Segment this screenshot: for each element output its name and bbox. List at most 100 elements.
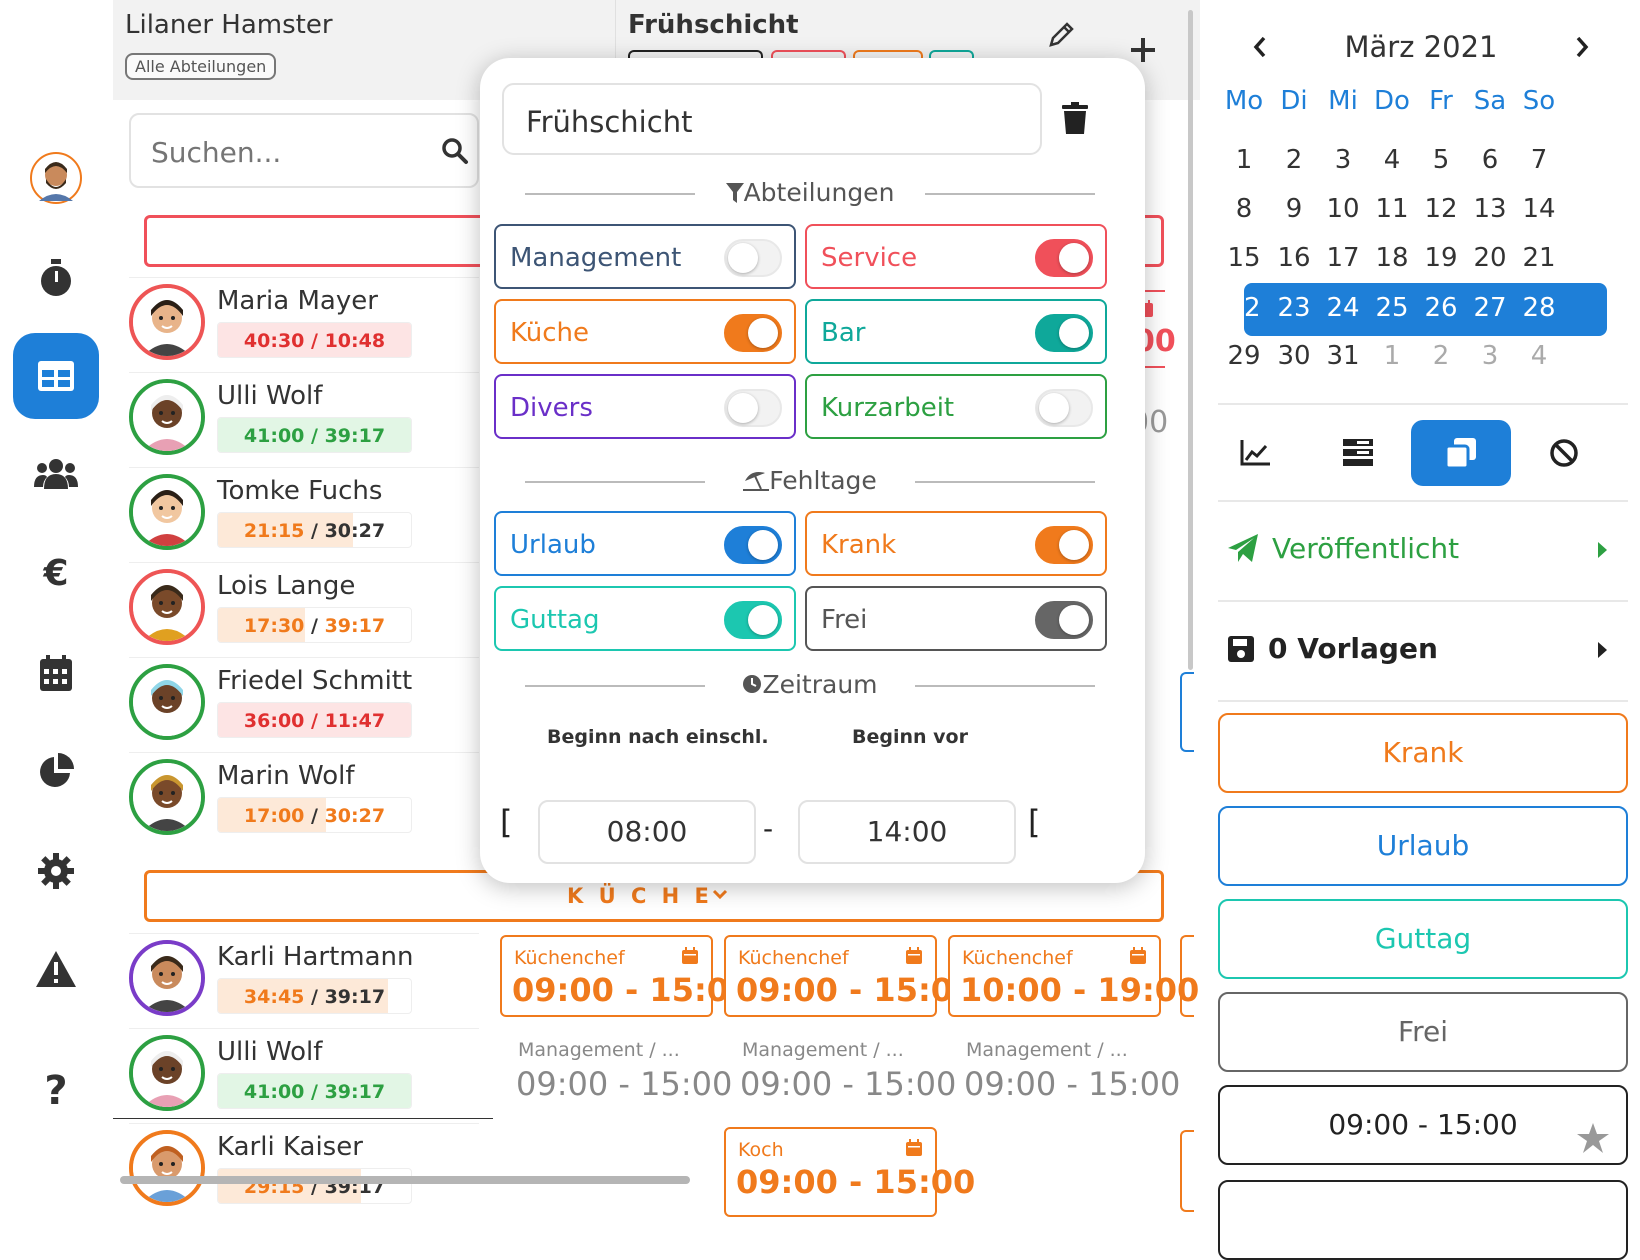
calendar-day[interactable]: 26: [1416, 283, 1466, 323]
calendar-day[interactable]: 27: [1465, 283, 1515, 323]
shift-card[interactable]: Küchenchef 09:00 - 15:00: [500, 935, 751, 1017]
calendar-day[interactable]: 12: [1416, 184, 1466, 224]
calendar-day[interactable]: 10: [1318, 184, 1368, 224]
template-button[interactable]: Urlaub: [1218, 806, 1628, 886]
toggle-switch[interactable]: [1035, 389, 1093, 427]
template-button[interactable]: 09:00 - 15:00: [1218, 1085, 1628, 1165]
calendar-day[interactable]: 13: [1465, 184, 1515, 224]
calendar-day[interactable]: 22: [1219, 283, 1269, 323]
calendar-day[interactable]: 2: [1416, 331, 1466, 371]
toggle-switch[interactable]: [724, 526, 782, 564]
toggle-switch[interactable]: [724, 601, 782, 639]
calendar-day[interactable]: 18: [1367, 233, 1417, 273]
shift-card[interactable]: Küchenchef 09:00 - 15:00: [724, 935, 975, 1017]
nav-calendar[interactable]: [13, 630, 99, 716]
filter-option-guttag[interactable]: Guttag: [494, 586, 796, 651]
employee-row[interactable]: Ulli Wolf 41:00 / 39:17: [129, 1028, 479, 1121]
nav-schedule[interactable]: [13, 333, 99, 419]
employee-row[interactable]: Lois Lange 17:30 / 39:17: [129, 562, 479, 655]
calendar-day[interactable]: 15: [1219, 233, 1269, 273]
partial-card-orange[interactable]: [1180, 935, 1194, 1017]
toggle-switch[interactable]: [724, 314, 782, 352]
nav-reports[interactable]: [13, 728, 99, 814]
calendar-day[interactable]: 7: [1514, 135, 1564, 175]
delete-shift-button[interactable]: [1062, 102, 1088, 134]
toggle-switch[interactable]: [1035, 239, 1093, 277]
calendar-day[interactable]: 29: [1219, 331, 1269, 371]
shift-card-koch[interactable]: Koch 09:00 - 15:00: [724, 1127, 975, 1217]
nav-help[interactable]: ?: [13, 1048, 99, 1134]
next-month-button[interactable]: [1574, 36, 1590, 58]
toggle-switch[interactable]: [724, 389, 782, 427]
partial-card-blue-2[interactable]: [1180, 672, 1194, 752]
filter-option-krank[interactable]: Krank: [805, 511, 1107, 576]
calendar-day[interactable]: 1: [1367, 331, 1417, 371]
employee-row[interactable]: Karli Kaiser 29:15 / 39:17: [129, 1123, 479, 1216]
calendar-day[interactable]: 14: [1514, 184, 1564, 224]
calendar-day[interactable]: 6: [1465, 135, 1515, 175]
toggle-switch[interactable]: [1035, 314, 1093, 352]
add-shift-button[interactable]: [1129, 36, 1157, 64]
employee-row[interactable]: Friedel Schmitt 36:00 / 11:47: [129, 657, 479, 750]
templates-row[interactable]: 0 Vorlagen: [1228, 630, 1618, 670]
toggle-switch[interactable]: [1035, 601, 1093, 639]
star-icon[interactable]: [1577, 1123, 1609, 1153]
horizontal-scrollbar[interactable]: [120, 1176, 690, 1184]
search-button[interactable]: [441, 137, 469, 165]
employee-row[interactable]: Karli Hartmann 34:45 / 39:17: [129, 933, 479, 1026]
calendar-day[interactable]: 8: [1219, 184, 1269, 224]
calendar-day[interactable]: 2: [1269, 135, 1319, 175]
calendar-day[interactable]: 24: [1318, 283, 1368, 323]
calendar-day[interactable]: 25: [1367, 283, 1417, 323]
calendar-day[interactable]: 28: [1514, 283, 1564, 323]
calendar-day[interactable]: 19: [1416, 233, 1466, 273]
template-button[interactable]: Guttag: [1218, 899, 1628, 979]
shift-entry[interactable]: Management / ... 09:00 - 15:00: [948, 1027, 1180, 1109]
filter-option-küche[interactable]: Küche: [494, 299, 796, 364]
shift-card[interactable]: Küchenchef 10:00 - 19:00: [948, 935, 1199, 1017]
calendar-day[interactable]: 17: [1318, 233, 1368, 273]
view-list-button[interactable]: [1308, 420, 1408, 486]
published-status-row[interactable]: Veröffentlicht: [1228, 530, 1618, 570]
toggle-switch[interactable]: [1035, 526, 1093, 564]
employee-row[interactable]: Tomke Fuchs 21:15 / 30:27: [129, 467, 479, 560]
begin-after-input[interactable]: 08:00: [538, 800, 756, 864]
calendar-day[interactable]: 4: [1514, 331, 1564, 371]
toggle-switch[interactable]: [724, 239, 782, 277]
filter-option-divers[interactable]: Divers: [494, 374, 796, 439]
vertical-scrollbar[interactable]: [1188, 10, 1193, 670]
filter-option-management[interactable]: Management: [494, 224, 796, 289]
calendar-day[interactable]: 9: [1269, 184, 1319, 224]
shift-entry[interactable]: Management / ... 09:00 - 15:00: [500, 1027, 732, 1109]
calendar-day[interactable]: 1: [1219, 135, 1269, 175]
calendar-day[interactable]: 11: [1367, 184, 1417, 224]
nav-settings[interactable]: [13, 828, 99, 914]
filter-option-kurzarbeit[interactable]: Kurzarbeit: [805, 374, 1107, 439]
view-block-button[interactable]: [1514, 420, 1614, 486]
department-filter-badge[interactable]: Alle Abteilungen: [125, 53, 277, 80]
calendar-day[interactable]: 16: [1269, 233, 1319, 273]
shift-entry[interactable]: Management / ... 09:00 - 15:00: [724, 1027, 956, 1109]
calendar-day[interactable]: 21: [1514, 233, 1564, 273]
employee-row[interactable]: Ulli Wolf 41:00 / 39:17: [129, 372, 479, 465]
nav-warnings[interactable]: [13, 926, 99, 1012]
filter-option-service[interactable]: Service: [805, 224, 1107, 289]
nav-timer[interactable]: [13, 235, 99, 321]
calendar-day[interactable]: 30: [1269, 331, 1319, 371]
calendar-day[interactable]: 4: [1367, 135, 1417, 175]
calendar-day[interactable]: 3: [1465, 331, 1515, 371]
nav-employees[interactable]: [13, 430, 99, 516]
edit-shift-button[interactable]: [1048, 20, 1076, 48]
view-copy-button[interactable]: [1411, 420, 1511, 486]
calendar-day[interactable]: 31: [1318, 331, 1368, 371]
search-input[interactable]: [151, 133, 411, 171]
filter-option-urlaub[interactable]: Urlaub: [494, 511, 796, 576]
user-avatar[interactable]: [13, 135, 99, 221]
template-button[interactable]: Frei: [1218, 992, 1628, 1072]
calendar-day[interactable]: 20: [1465, 233, 1515, 273]
calendar-day[interactable]: 3: [1318, 135, 1368, 175]
template-button-partial[interactable]: [1218, 1180, 1628, 1260]
filter-option-bar[interactable]: Bar: [805, 299, 1107, 364]
nav-payroll[interactable]: €: [13, 530, 99, 616]
calendar-day[interactable]: 23: [1269, 283, 1319, 323]
